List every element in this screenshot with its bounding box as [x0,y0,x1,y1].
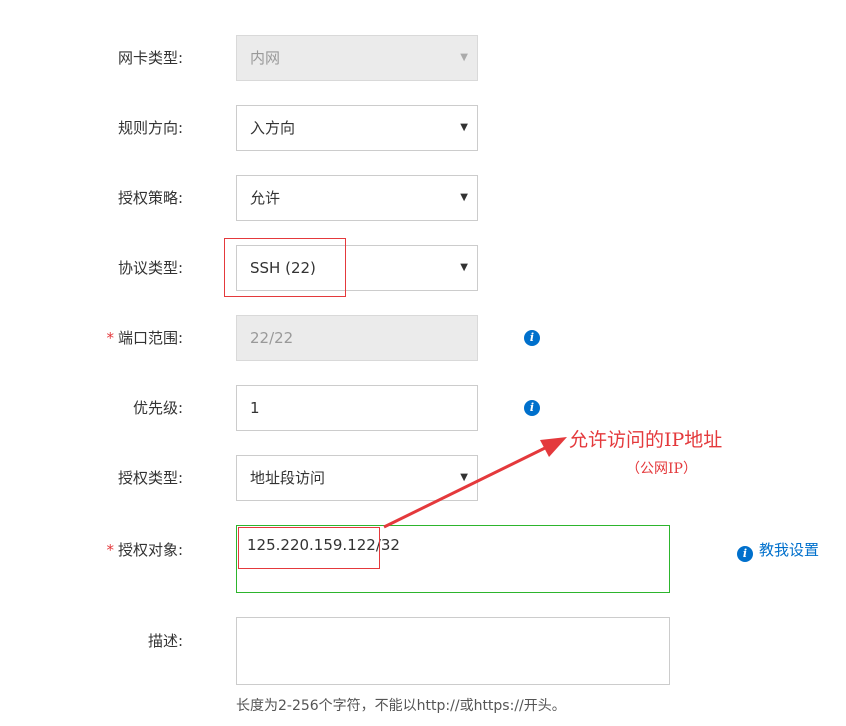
direction-label: 规则方向: [117,119,183,137]
direction-select[interactable]: 入方向 ▼ [236,105,478,151]
chevron-down-icon: ▼ [460,262,468,273]
chevron-down-icon: ▼ [460,472,468,483]
nic-type-value: 内网 [250,49,281,67]
protocol-highlight-box [224,238,346,297]
chevron-down-icon: ▼ [460,52,468,63]
policy-select[interactable]: 允许 ▼ [236,175,478,221]
auth-type-label: 授权类型: [117,469,183,487]
protocol-label: 协议类型: [117,259,183,277]
port-range-row: * 端口范围: 22/22 i [0,315,846,361]
protocol-row: 协议类型: SSH (22) ▼ [0,245,846,291]
info-icon[interactable]: i [524,400,540,416]
info-icon: i [737,546,753,562]
required-marker: * [106,329,114,347]
chevron-down-icon: ▼ [460,192,468,203]
description-label: 描述: [147,632,183,650]
annotation-subtitle: （公网IP） [626,461,697,477]
description-textarea[interactable] [236,617,670,685]
teach-me-link[interactable]: i 教我设置 [737,539,819,562]
direction-row: 规则方向: 入方向 ▼ [0,105,846,151]
auth-type-row: 授权类型: 地址段访问 ▼ [0,455,846,501]
port-range-input[interactable]: 22/22 [236,315,478,361]
priority-label: 优先级: [132,399,183,417]
auth-type-value: 地址段访问 [250,469,326,487]
policy-value: 允许 [250,189,281,207]
nic-type-row: 网卡类型: 内网 ▼ [0,35,846,81]
nic-type-label: 网卡类型: [117,49,183,67]
priority-input[interactable]: 1 [236,385,478,431]
port-range-label: * 端口范围: [106,329,183,347]
info-icon[interactable]: i [524,330,540,346]
required-marker: * [106,541,114,559]
annotation-title: 允许访问的IP地址 [569,429,723,451]
description-hint: 长度为2-256个字符，不能以http://或https://开头。 [236,698,566,714]
policy-label: 授权策略: [117,189,183,207]
policy-row: 授权策略: 允许 ▼ [0,175,846,221]
port-range-value: 22/22 [250,329,294,347]
priority-value: 1 [250,399,260,417]
auth-object-label: * 授权对象: [106,541,183,559]
direction-value: 入方向 [250,119,296,137]
nic-type-select[interactable]: 内网 ▼ [236,35,478,81]
ip-highlight-box [238,527,380,569]
auth-type-select[interactable]: 地址段访问 ▼ [236,455,478,501]
chevron-down-icon: ▼ [460,122,468,133]
